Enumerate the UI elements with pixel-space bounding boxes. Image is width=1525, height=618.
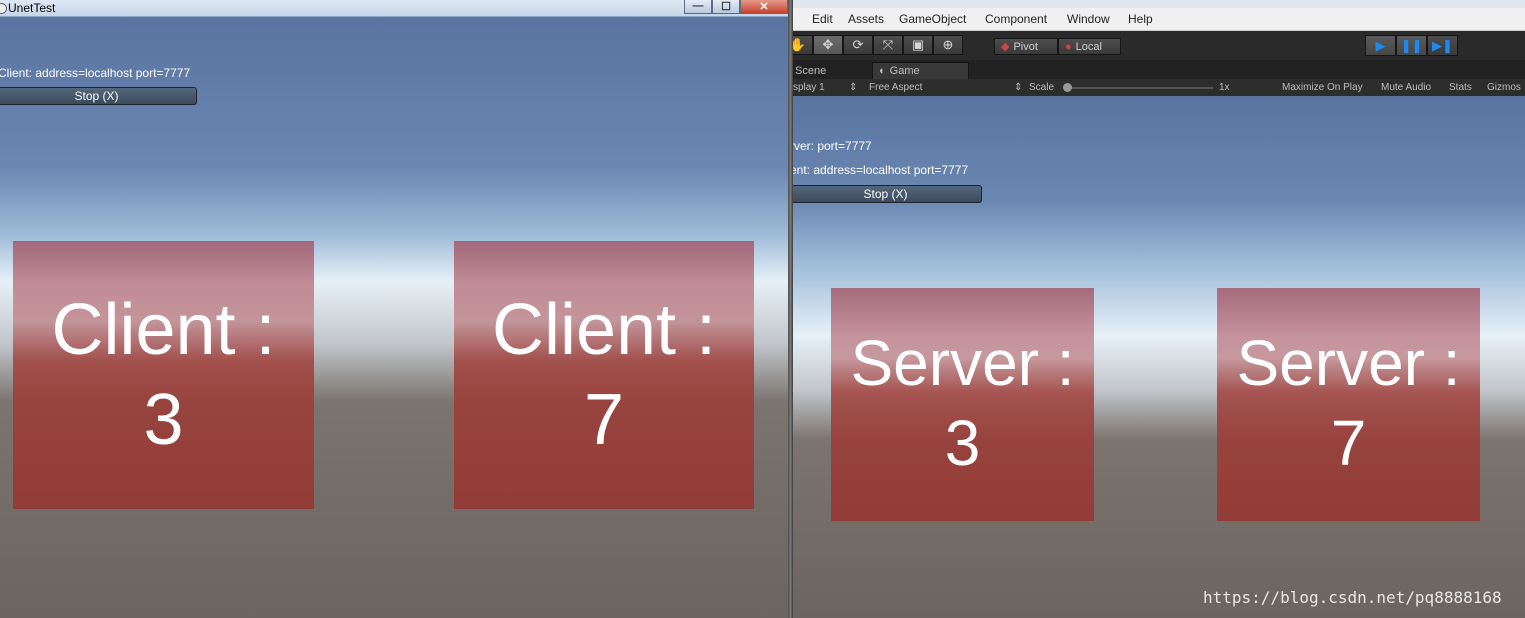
stats-toggle[interactable]: Stats (1449, 82, 1472, 93)
step-icon[interactable]: ▶❚ (1427, 35, 1458, 56)
aspect-dropdown-arrow: ⇕ (1014, 82, 1023, 93)
client-quad-2: Client : 7 (454, 241, 754, 509)
mute-audio-toggle[interactable]: Mute Audio (1381, 82, 1431, 93)
editor-titlebar (793, 0, 1525, 8)
server-quad-2: Server : 7 (1217, 288, 1480, 521)
play-icon[interactable]: ▶ (1365, 35, 1396, 56)
unity-editor: Edit Assets GameObject Component Window … (793, 0, 1525, 618)
scale-slider-handle[interactable] (1063, 83, 1072, 92)
display-dropdown-arrow: ⇕ (849, 82, 858, 93)
hand-icon[interactable]: ✋ (793, 35, 813, 55)
quad-value: 3 (944, 407, 981, 479)
standalone-player-window: UnetTest — ☐ ✕ Client: address=localhost… (0, 0, 790, 618)
stop-button[interactable]: Stop (X) (0, 87, 197, 105)
quad-value: 7 (583, 380, 625, 460)
stop-button[interactable]: Stop (X) (793, 185, 982, 203)
pause-icon[interactable]: ❚❚ (1396, 35, 1427, 56)
quad-title: Server : (850, 327, 1075, 399)
aspect-dropdown[interactable]: Free Aspect (869, 82, 922, 93)
game-tab-icon: ◐ (879, 65, 886, 77)
menu-help[interactable]: Help (1128, 12, 1153, 26)
game-view: rver: port=7777 ent: address=localhost p… (793, 96, 1525, 618)
pivot-icon: ◆ (1001, 41, 1010, 53)
local-toggle[interactable]: ● Local (1058, 38, 1121, 55)
menu-assets[interactable]: Assets (848, 12, 884, 26)
tab-scene[interactable]: Scene (793, 62, 869, 79)
tab-game-label: Game (889, 65, 920, 77)
maximize-on-play-toggle[interactable]: Maximize On Play (1282, 82, 1363, 93)
quad-value: 3 (143, 380, 184, 460)
play-controls: ▶ ❚❚ ▶❚ (1365, 35, 1458, 56)
client-quad-1: Client : 3 (13, 241, 314, 509)
move-icon[interactable]: ✥ (813, 35, 843, 55)
tab-game[interactable]: ◐ Game (872, 62, 969, 79)
minimize-button[interactable]: — (684, 0, 712, 14)
menu-window[interactable]: Window (1067, 12, 1110, 26)
window-titlebar[interactable]: UnetTest — ☐ ✕ (0, 0, 790, 17)
quad-title: Client : (51, 290, 276, 370)
scale-label: Scale (1029, 82, 1055, 93)
app-icon (0, 3, 7, 14)
local-icon: ● (1065, 40, 1072, 53)
client-info-label: ent: address=localhost port=7777 (793, 163, 969, 177)
quad-value: 7 (1330, 407, 1367, 479)
menu-component[interactable]: Component (985, 12, 1047, 26)
quad-title: Client : (491, 290, 717, 370)
client-info-label: Client: address=localhost port=7777 (0, 66, 191, 80)
scale-value: 1x (1219, 82, 1230, 93)
menu-bar: Edit Assets GameObject Component Window … (793, 8, 1525, 31)
menu-edit[interactable]: Edit (812, 12, 833, 26)
editor-toolbar: ✋ ✥ ⟳ ⤧ ▣ ⊕ ◆ Pivot ● Local ▶ ❚❚ ▶❚ (793, 31, 1525, 60)
scale-slider-track[interactable] (1068, 87, 1213, 89)
server-quad-1: Server : 3 (831, 288, 1094, 521)
rect-icon[interactable]: ▣ (903, 35, 933, 55)
pivot-toggle[interactable]: ◆ Pivot (994, 38, 1058, 55)
gizmos-dropdown[interactable]: Gizmos (1487, 82, 1521, 93)
game-view-toolbar: splay 1 ⇕ Free Aspect ⇕ Scale 1x Maximiz… (793, 79, 1525, 97)
pivot-label: Pivot (1013, 40, 1038, 53)
server-info-label: rver: port=7777 (793, 139, 872, 153)
transform-icon[interactable]: ⊕ (933, 35, 963, 55)
window-title: UnetTest (8, 1, 56, 15)
rotate-icon[interactable]: ⟳ (843, 35, 873, 55)
game-view: Client: address=localhost port=7777 Stop… (0, 17, 788, 618)
quad-title: Server : (1236, 327, 1461, 399)
menu-gameobject[interactable]: GameObject (899, 12, 966, 26)
watermark: https://blog.csdn.net/pq8888168 (1203, 588, 1502, 607)
local-label: Local (1075, 40, 1102, 53)
scale-icon[interactable]: ⤧ (873, 35, 903, 55)
view-tabs: Scene ◐ Game (793, 60, 1525, 79)
transform-tools: ✋ ✥ ⟳ ⤧ ▣ ⊕ (793, 35, 963, 55)
close-button[interactable]: ✕ (740, 0, 788, 14)
window-controls: — ☐ ✕ (684, 0, 788, 14)
display-dropdown[interactable]: splay 1 (793, 82, 825, 93)
maximize-button[interactable]: ☐ (712, 0, 740, 14)
